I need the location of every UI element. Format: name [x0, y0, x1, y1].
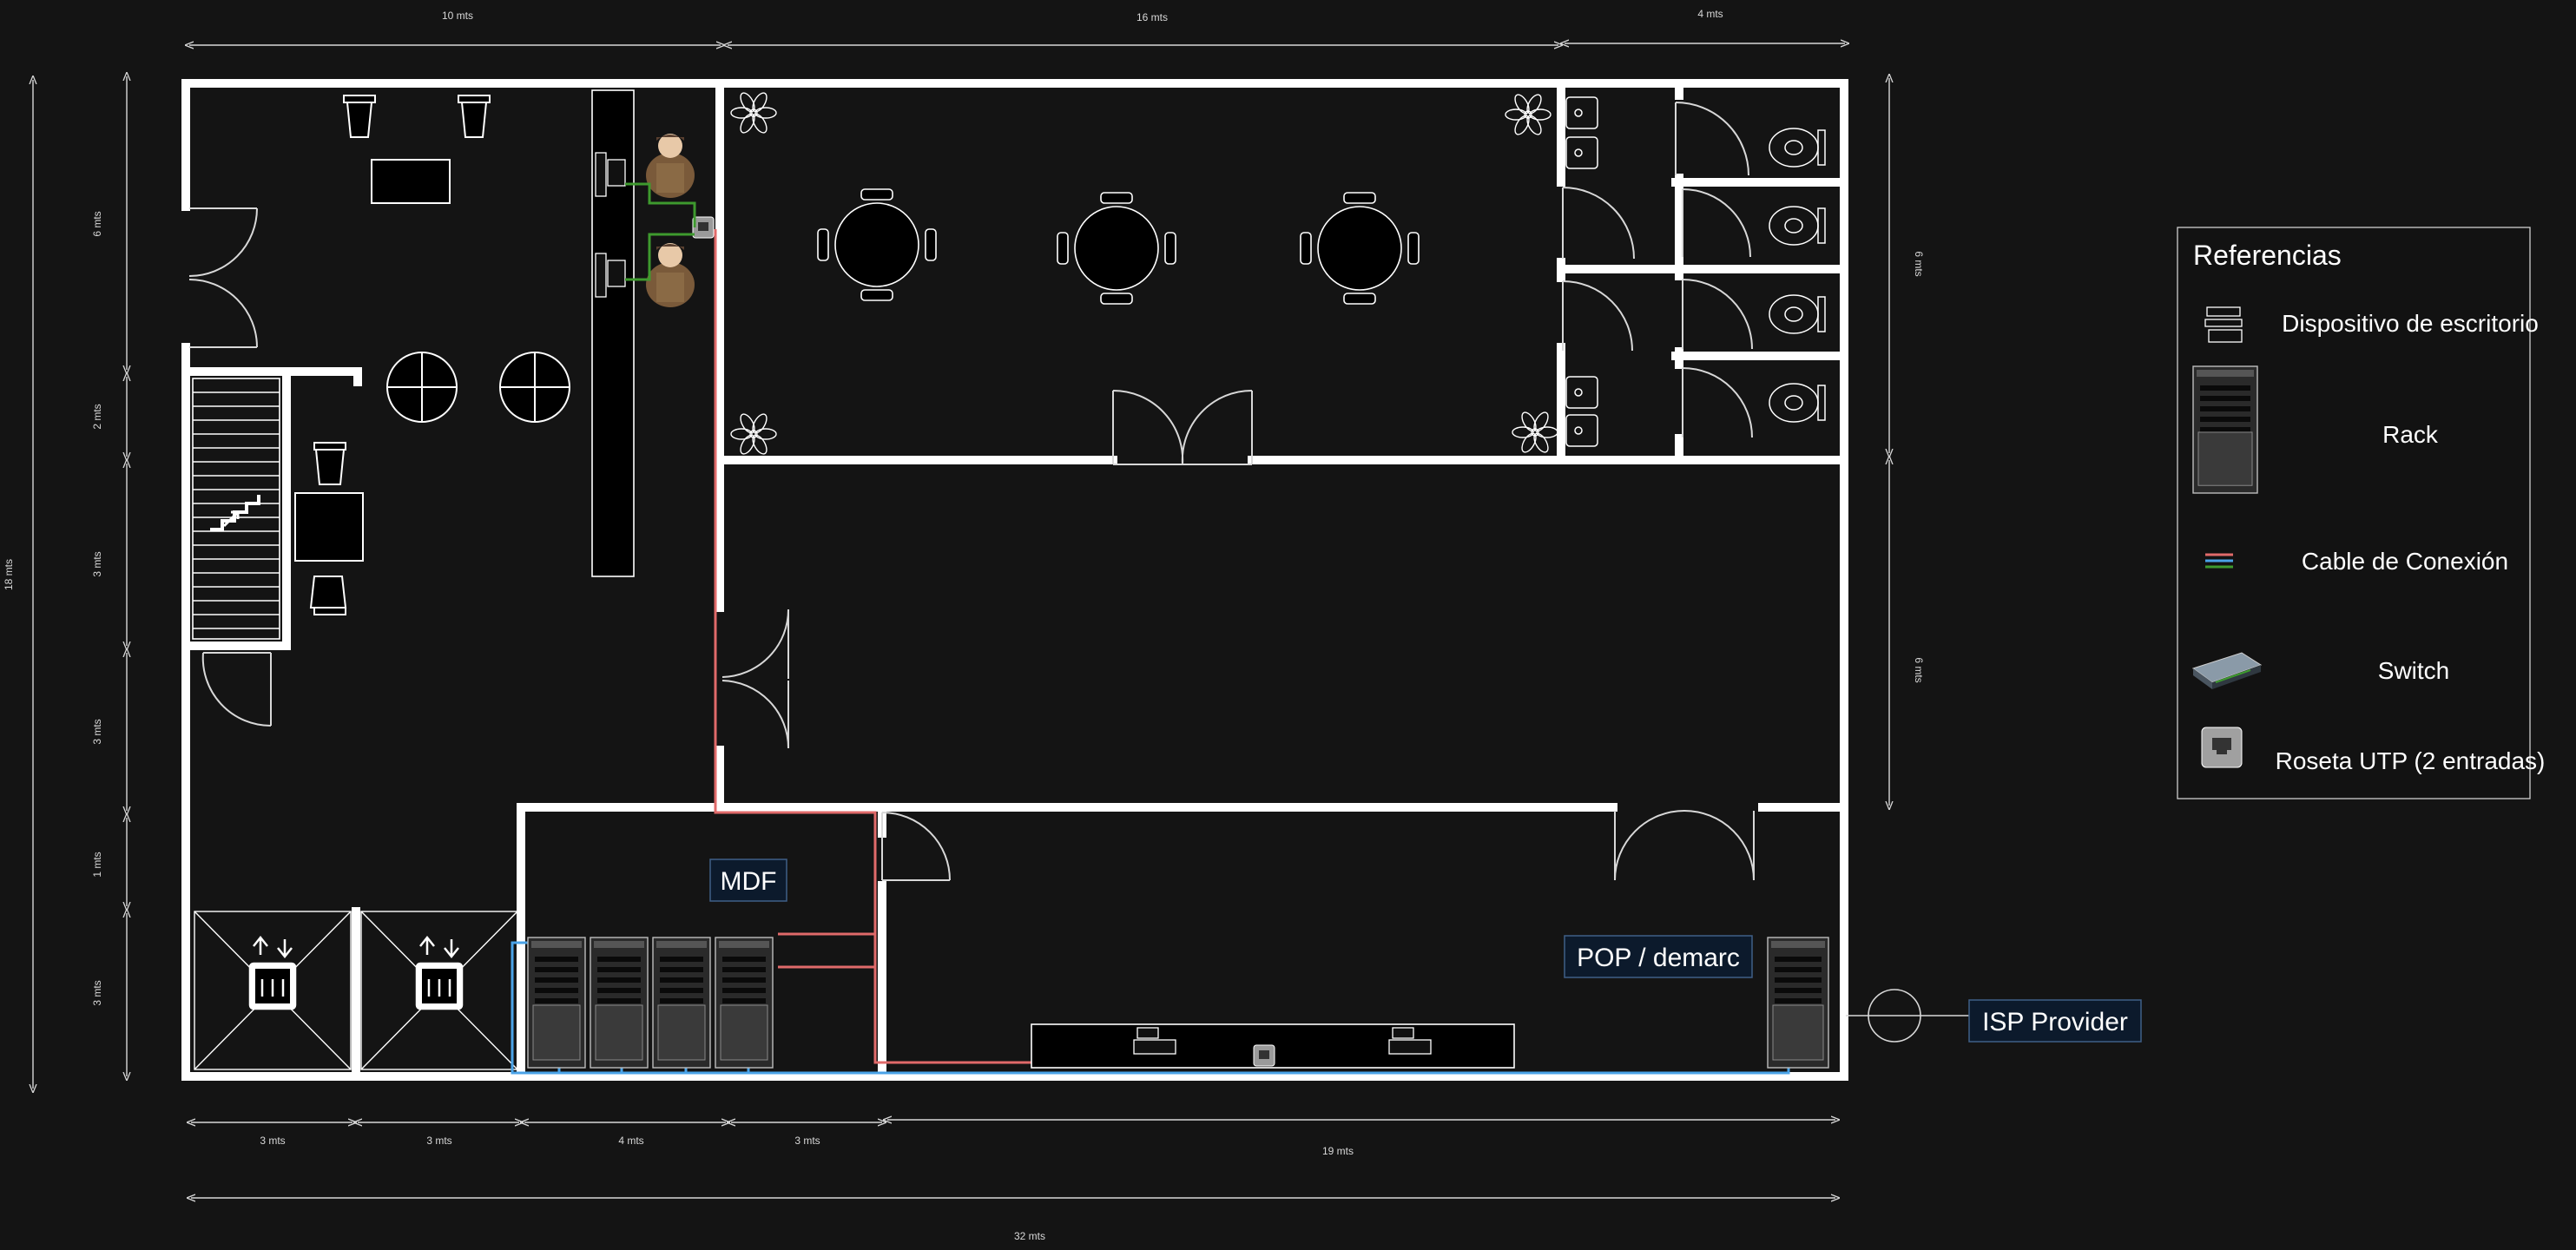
- chair-icon: [1164, 232, 1176, 265]
- toilet-icon: [1769, 128, 1826, 168]
- security-guard-icon: [646, 134, 695, 198]
- door-mdf[interactable]: [881, 812, 951, 881]
- dining-table: [817, 188, 937, 301]
- dim-left-seg6: 3 mts: [91, 980, 103, 1005]
- isp-connection: [1846, 989, 1969, 1043]
- legend-label-cable: Cable de Conexión: [2302, 548, 2508, 575]
- plant-icon: [1512, 411, 1558, 453]
- dining-table: [1057, 192, 1176, 305]
- rack-icon: [1767, 937, 1829, 1069]
- side-table: [294, 492, 364, 562]
- lobby-furniture: [294, 95, 570, 615]
- pop-label: POP / demarc: [1564, 935, 1753, 978]
- dim-top-right: 4 mts: [1697, 8, 1723, 20]
- chair-icon: [1343, 192, 1376, 204]
- plant-icon: [730, 413, 777, 455]
- dim-left-seg3: 3 mts: [91, 551, 103, 576]
- legend-utp-outlet-icon: [2201, 727, 2243, 768]
- floor-plan: 10 mts 16 mts 4 mts 18 mts 6 mts 2 mts 3…: [3, 8, 2545, 1242]
- dim-left-seg5: 1 mts: [91, 852, 103, 877]
- chair-icon: [1407, 232, 1420, 265]
- sink-icon: [1565, 376, 1598, 409]
- dining-table: [1300, 192, 1420, 305]
- sink-icon: [1565, 96, 1598, 129]
- elevator-icon: [248, 935, 297, 1010]
- chair-icon: [313, 442, 346, 485]
- legend-label-utp: Roseta UTP (2 entradas): [2276, 747, 2546, 774]
- pop-rack: [1767, 937, 1829, 1069]
- reception-counter: [591, 89, 715, 577]
- security-guard-icon: [646, 243, 695, 307]
- mdf-label-text: MDF: [721, 867, 777, 896]
- chair-icon: [817, 228, 829, 261]
- chair-icon: [1300, 232, 1312, 265]
- toilet-icon: [1769, 294, 1826, 334]
- dimension-labels: 10 mts 16 mts 4 mts 18 mts 6 mts 2 mts 3…: [3, 8, 1925, 1242]
- rack-icon: [652, 937, 711, 1069]
- chair-icon: [1343, 293, 1376, 305]
- mdf-racks: [527, 937, 774, 1069]
- rack-icon: [590, 937, 649, 1069]
- chair-icon: [1100, 192, 1133, 204]
- dim-bottom-seg4: 3 mts: [794, 1135, 820, 1147]
- chair-icon: [343, 95, 376, 138]
- legend-desktop-device-icon: [2204, 306, 2243, 343]
- chair-icon: [1100, 293, 1133, 305]
- toilet-icon: [1769, 383, 1826, 423]
- dim-left-seg2: 2 mts: [91, 404, 103, 429]
- dim-bottom-total: 32 mts: [1014, 1230, 1045, 1242]
- dim-top-left: 10 mts: [442, 10, 473, 22]
- isp-label-text: ISP Provider: [1982, 1008, 2128, 1036]
- table: [371, 159, 451, 204]
- legend-title: Referencias: [2193, 240, 2342, 271]
- door-corridor[interactable]: [721, 609, 789, 749]
- isp-label: ISP Provider: [1968, 999, 2142, 1043]
- rack-icon: [527, 937, 586, 1069]
- door-main-entrance[interactable]: [188, 207, 258, 348]
- plant-icon: [730, 92, 777, 134]
- door-dining[interactable]: [1112, 389, 1253, 465]
- pop-counter: [1031, 1023, 1515, 1069]
- dim-bottom-seg3: 4 mts: [618, 1135, 643, 1147]
- door-stairs[interactable]: [201, 652, 272, 727]
- legend-label-desktop: Dispositivo de escritorio: [2282, 310, 2539, 337]
- legend: Referencias Dispositivo de escritorio Ra…: [2177, 227, 2545, 799]
- chair-icon: [1057, 232, 1069, 265]
- dimension-lines: [33, 43, 1889, 1198]
- chair-icon: [860, 188, 893, 201]
- dim-left-seg1: 6 mts: [91, 211, 103, 236]
- legend-label-rack: Rack: [2382, 421, 2439, 448]
- dim-right-top: 6 mts: [1913, 251, 1925, 276]
- legend-label-switch: Switch: [2378, 657, 2449, 684]
- doors: [188, 102, 1755, 881]
- dim-bottom-seg1: 3 mts: [260, 1135, 285, 1147]
- dim-left-seg4: 3 mts: [91, 719, 103, 744]
- rack-icon: [2192, 365, 2258, 494]
- utp-outlet-icon: [692, 216, 715, 239]
- legend-rack-icon: [2192, 365, 2258, 494]
- sink-icon: [1565, 136, 1598, 169]
- door-pop[interactable]: [1614, 810, 1755, 881]
- elevator-icon: [415, 935, 464, 1010]
- dim-right-bottom: 6 mts: [1913, 657, 1925, 682]
- dining-furniture: [817, 188, 1420, 305]
- walls: [181, 79, 1848, 1081]
- chair-icon: [458, 95, 491, 138]
- dim-left-total: 18 mts: [3, 559, 15, 590]
- chair-icon: [860, 289, 893, 301]
- mdf-label: MDF: [709, 859, 787, 902]
- plant-icon: [1505, 94, 1552, 135]
- rack-icon: [715, 937, 774, 1069]
- sink-icon: [1565, 414, 1598, 447]
- pop-label-text: POP / demarc: [1577, 944, 1740, 972]
- dim-top-mid: 16 mts: [1136, 11, 1168, 23]
- utp-outlet-icon: [1253, 1044, 1275, 1067]
- toilet-icon: [1769, 206, 1826, 246]
- cable-red: [714, 229, 1259, 1064]
- dim-bottom-seg5: 19 mts: [1322, 1145, 1354, 1157]
- chair-icon: [925, 228, 937, 261]
- dim-bottom-seg2: 3 mts: [426, 1135, 451, 1147]
- stairs: [192, 378, 280, 640]
- chair-icon: [309, 576, 347, 615]
